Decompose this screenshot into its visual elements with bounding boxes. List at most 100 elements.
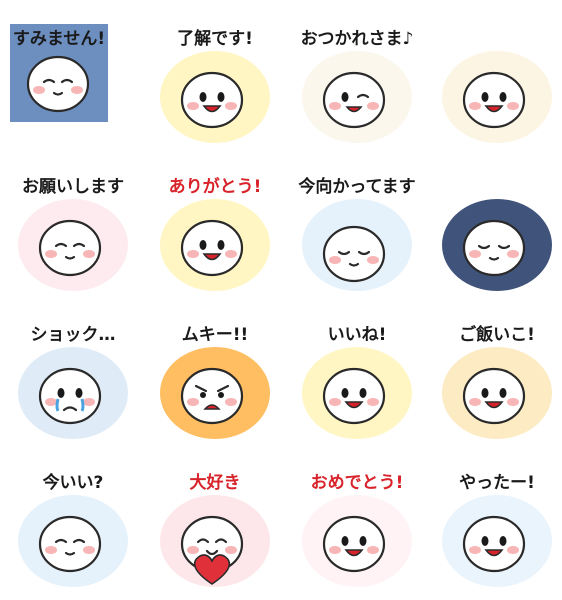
character	[38, 515, 102, 573]
sticker-caption: すみません!	[13, 29, 105, 49]
sticker-like[interactable]: いいね!	[292, 318, 422, 448]
character-head	[322, 515, 386, 573]
cheek	[187, 102, 199, 110]
cheek	[45, 250, 57, 258]
cheek	[367, 102, 379, 110]
character-head	[38, 219, 102, 277]
sticker-art	[442, 51, 552, 143]
character	[462, 515, 526, 573]
sticker-art: ご飯いこ!	[442, 324, 552, 439]
character-head	[26, 55, 90, 113]
character-head	[322, 71, 386, 129]
eye	[217, 240, 225, 250]
sticker-art: すみません!	[10, 24, 108, 122]
sticker-good-night[interactable]: おやすみ〜	[432, 170, 562, 300]
sticker-art: 今向かってます	[298, 176, 416, 291]
sticker-art: いいね!	[302, 325, 412, 439]
sticker-yay[interactable]: やったー!	[432, 466, 562, 596]
sticker-art: おつかれさま♪	[301, 29, 413, 143]
sticker-caption: ご飯いこ!	[459, 324, 535, 345]
cheek	[33, 86, 45, 94]
eye	[199, 92, 207, 102]
cheek	[187, 398, 199, 406]
cheek	[329, 256, 341, 264]
character	[26, 55, 90, 113]
eye	[481, 92, 489, 102]
sticker-caption: 大好き	[190, 472, 241, 493]
sticker-congrats[interactable]: おめでとう!	[292, 466, 422, 596]
cheek	[329, 546, 341, 554]
character	[180, 219, 244, 277]
sticker-art: 大好き	[160, 472, 270, 587]
cheek	[83, 398, 95, 406]
cheek	[507, 546, 519, 554]
sticker-art: おめでとう!	[302, 473, 412, 587]
cheek	[225, 250, 237, 258]
character	[38, 219, 102, 277]
sticker-art: やったー!	[442, 473, 552, 587]
eye	[359, 536, 367, 546]
eye	[341, 536, 349, 546]
sticker-angry[interactable]: ムキー!!	[150, 318, 280, 448]
cheek	[367, 256, 379, 264]
sticker-got-a-minute[interactable]: 今いい?	[8, 466, 138, 596]
sticker-lets-eat[interactable]: ご飯いこ!	[432, 318, 562, 448]
eye	[499, 536, 507, 546]
sticker-peek[interactable]	[432, 22, 562, 152]
character-head	[462, 71, 526, 129]
sticker-art: お願いします	[18, 177, 128, 291]
character	[462, 71, 526, 129]
sticker-love[interactable]: 大好き	[150, 466, 280, 596]
sticker-understood[interactable]: 了解です!	[150, 22, 280, 152]
sticker-art: ありがとう!	[160, 176, 270, 291]
cheek	[83, 546, 95, 554]
eye	[481, 536, 489, 546]
cheek	[187, 546, 199, 554]
eye	[341, 388, 349, 398]
character	[180, 71, 244, 129]
eye	[199, 240, 207, 250]
character-head	[462, 219, 526, 277]
eye	[218, 392, 224, 398]
sticker-caption: おめでとう!	[311, 473, 404, 493]
sticker-caption: おやすみ〜	[455, 177, 540, 197]
eye	[341, 92, 349, 102]
sticker-on-my-way[interactable]: 今向かってます	[292, 170, 422, 300]
cheek	[225, 102, 237, 110]
character-head	[38, 515, 102, 573]
eye	[57, 388, 65, 398]
cheek	[507, 250, 519, 258]
character-head	[462, 367, 526, 425]
cheek	[469, 398, 481, 406]
cheek	[469, 546, 481, 554]
sticker-good-work[interactable]: おつかれさま♪	[292, 22, 422, 152]
character	[322, 225, 386, 283]
sticker-caption: お願いします	[22, 177, 124, 197]
cheek	[469, 102, 481, 110]
character	[462, 219, 526, 277]
sticker-shock[interactable]: ショック…	[8, 318, 138, 448]
sticker-caption: 今いい?	[43, 472, 104, 493]
sticker-art: ムキー!!	[160, 325, 270, 439]
eye	[200, 392, 206, 398]
sticker-sorry[interactable]: すみません!	[8, 22, 138, 152]
cheek	[329, 102, 341, 110]
sticker-caption: やったー!	[459, 473, 535, 493]
cheek	[507, 102, 519, 110]
character	[322, 515, 386, 573]
character-head	[180, 367, 244, 425]
cheek	[45, 546, 57, 554]
sticker-caption: 了解です!	[177, 28, 253, 49]
eye	[359, 388, 367, 398]
sticker-please[interactable]: お願いします	[8, 170, 138, 300]
character-head	[322, 367, 386, 425]
eye	[499, 388, 507, 398]
cheek	[225, 546, 237, 554]
sticker-caption: いいね!	[328, 325, 387, 345]
sticker-thank-you[interactable]: ありがとう!	[150, 170, 280, 300]
eye	[481, 388, 489, 398]
tear	[80, 398, 85, 412]
character	[322, 71, 386, 129]
eye	[75, 388, 83, 398]
cheek	[225, 398, 237, 406]
